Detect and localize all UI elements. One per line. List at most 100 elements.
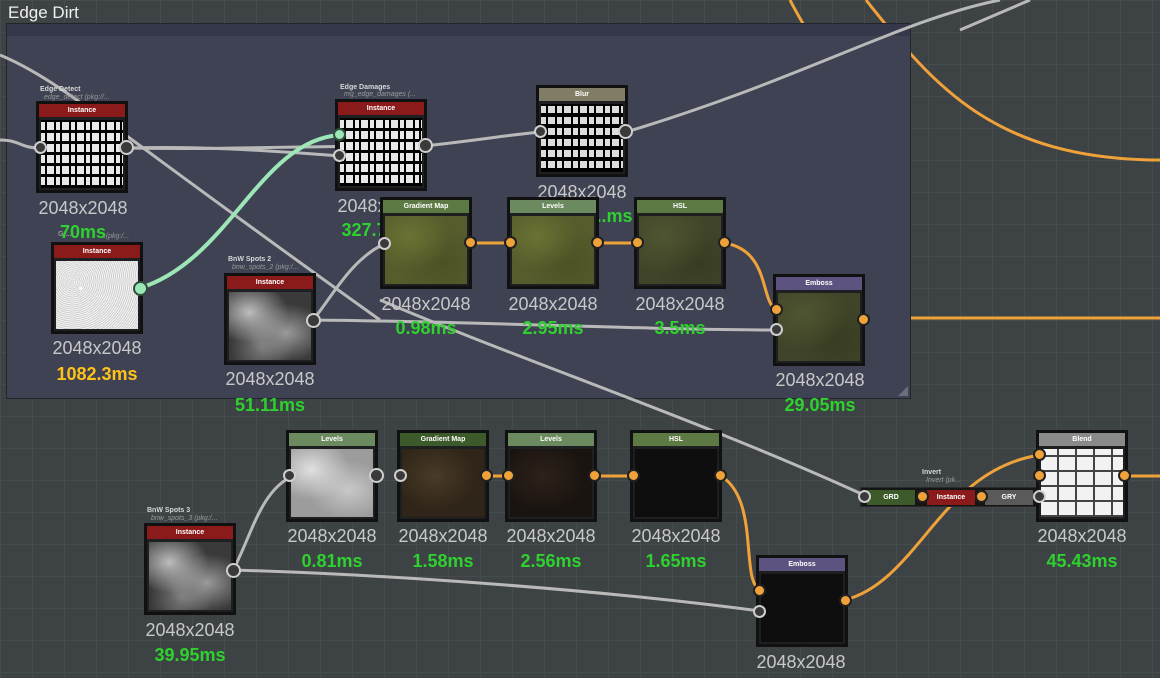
node-time: 0.98ms [395, 318, 457, 338]
node-thumbnail [340, 118, 422, 186]
node-resolution: 2048x2048 [635, 294, 725, 314]
node-noise-instance[interactable]: Instance [51, 242, 143, 334]
node-header: Levels [289, 433, 375, 446]
node-resolution: 2048x2048 [631, 526, 721, 546]
output-port[interactable] [857, 313, 870, 326]
node-thumbnail [541, 104, 623, 172]
output-port[interactable] [718, 236, 731, 249]
node-header: HSL [633, 433, 719, 446]
node-gradient-map-2[interactable]: Gradient Map [397, 430, 489, 522]
input-port[interactable] [1033, 490, 1046, 503]
input-port[interactable] [394, 469, 407, 482]
input-port[interactable] [1033, 448, 1046, 461]
node-bnw-spots-2[interactable]: Instance [224, 273, 316, 365]
input-port[interactable] [378, 237, 391, 250]
input-port[interactable] [631, 236, 644, 249]
node-thumbnail [291, 449, 373, 517]
node-hsl-2[interactable]: HSL [630, 430, 722, 522]
node-subtitle: Invert (pk... [926, 477, 962, 484]
output-port[interactable] [1118, 469, 1131, 482]
output-port[interactable] [369, 468, 384, 483]
node-resolution: 2048x2048 [381, 294, 471, 314]
input-port[interactable] [753, 584, 766, 597]
input-port[interactable] [283, 469, 296, 482]
node-blur[interactable]: Blur [536, 85, 628, 177]
node-blend[interactable]: Blend [1036, 430, 1128, 522]
output-port[interactable] [418, 138, 433, 153]
node-thumbnail [512, 216, 594, 284]
node-thumbnail [402, 449, 484, 517]
node-resolution: 2048x2048 [756, 652, 846, 672]
node-header: Gradient Map [383, 200, 469, 213]
node-emboss-1[interactable]: Emboss [773, 274, 865, 366]
input-port[interactable] [1033, 469, 1046, 482]
input-port[interactable] [534, 125, 547, 138]
input-port[interactable] [34, 141, 47, 154]
output-port[interactable] [480, 469, 493, 482]
node-resolution: 2048x2048 [52, 338, 142, 358]
node-emboss-2[interactable]: Emboss [756, 555, 848, 647]
output-port[interactable] [839, 594, 852, 607]
node-thumbnail [510, 449, 592, 517]
node-bnw-spots-3[interactable]: Instance [144, 523, 236, 615]
node-edge-damages[interactable]: Instance [335, 99, 427, 191]
output-port[interactable] [714, 469, 727, 482]
input-port[interactable] [333, 149, 346, 162]
node-time: 3.5ms [654, 318, 706, 338]
input-port[interactable] [770, 323, 783, 336]
output-port[interactable] [226, 563, 241, 578]
node-header: Instance [338, 102, 424, 115]
input-port[interactable] [627, 469, 640, 482]
node-resolution: 2048x2048 [225, 369, 315, 389]
node-header: Instance [39, 104, 125, 117]
node-thumbnail [778, 293, 860, 361]
invert-gry-segment[interactable]: GRY [985, 490, 1033, 505]
node-header: Instance [147, 526, 233, 539]
invert-grd-segment[interactable]: GRD [867, 490, 915, 505]
node-resolution: 2048x2048 [506, 526, 596, 546]
output-port[interactable] [591, 236, 604, 249]
output-port[interactable] [119, 140, 134, 155]
node-header: Emboss [759, 558, 845, 571]
node-resolution: 2048x2048 [508, 294, 598, 314]
node-levels-3[interactable]: Levels [505, 430, 597, 522]
node-thumbnail [56, 261, 138, 329]
node-time: 39.95ms [154, 645, 226, 665]
node-thumbnail [149, 542, 231, 610]
port[interactable] [975, 490, 988, 503]
node-gradient-map-1[interactable]: Gradient Map [380, 197, 472, 289]
output-port[interactable] [306, 313, 321, 328]
node-caption: Edge Damages [340, 84, 391, 91]
node-levels-1[interactable]: Levels [507, 197, 599, 289]
node-hsl-1[interactable]: HSL [634, 197, 726, 289]
input-port[interactable] [502, 469, 515, 482]
output-port[interactable] [588, 469, 601, 482]
input-port[interactable] [333, 128, 346, 141]
node-caption: Edge Detect [40, 86, 81, 93]
node-resolution: 2048x2048 [145, 620, 235, 640]
input-port[interactable] [753, 605, 766, 618]
node-edge-detect[interactable]: Instance [36, 101, 128, 193]
node-header: Gradient Map [400, 433, 486, 446]
input-port[interactable] [858, 490, 871, 503]
node-header: HSL [637, 200, 723, 213]
node-resolution: 2048x2048 [38, 198, 128, 218]
output-port[interactable] [464, 236, 477, 249]
invert-instance-segment[interactable]: Instance [927, 490, 975, 505]
node-subtitle: edge_detect (pkg://... [44, 94, 110, 101]
node-time: 45.43ms [1046, 551, 1118, 571]
node-subtitle: bnw_spots_2 (pkg:/... [232, 264, 299, 271]
node-resolution: 2048x2048 [1037, 526, 1127, 546]
node-header: Levels [510, 200, 596, 213]
node-thumbnail [1041, 449, 1123, 517]
node-header: Levels [508, 433, 594, 446]
output-port[interactable] [618, 124, 633, 139]
node-invert[interactable]: GRD Instance GRY [860, 487, 1038, 507]
input-port[interactable] [770, 303, 783, 316]
node-levels-2[interactable]: Levels [286, 430, 378, 522]
input-port[interactable] [504, 236, 517, 249]
node-time: 70ms [59, 222, 107, 242]
output-port[interactable] [133, 281, 148, 296]
port[interactable] [916, 490, 929, 503]
node-time: 2.95ms [522, 318, 584, 338]
